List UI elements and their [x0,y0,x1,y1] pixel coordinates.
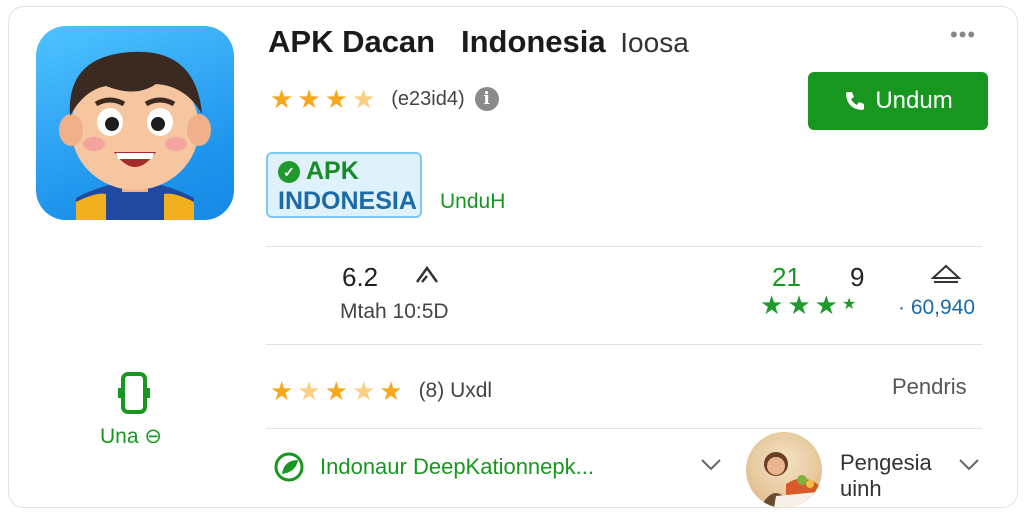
more-options-icon[interactable]: ••• [950,22,976,48]
star-icon: ★ [270,84,294,114]
review-right-label[interactable]: Pendris [892,374,967,400]
star-half-icon: ★ [351,84,376,114]
caret-up-icon [414,262,440,295]
review-count: (8) Uxdl [418,379,493,402]
cartoon-face-icon [59,51,211,220]
stat-left-label: Mtah 10:5D [340,300,449,323]
stat-right-count: · 60,940 [898,296,976,319]
divider [266,246,982,247]
rating-count: (e23id4) [391,87,465,110]
chevron-down-icon[interactable] [700,456,722,477]
star-icon: ★ [297,84,321,114]
info-icon[interactable]: i [474,87,499,111]
app-title-main: Indonesia [460,24,606,59]
download-icon[interactable] [930,262,962,295]
star-icon: ★ [814,290,838,320]
app-title: APK Dacan Indonesia Ioosa [268,24,689,60]
star-icon: ★ [324,84,348,114]
side-label: Una ⊖ [100,424,162,449]
stat-right-value-b: 9 [850,262,865,292]
avatar [746,432,822,508]
star-icon: ★ [379,376,403,406]
app-title-sub: Ioosa [620,27,689,58]
phone-icon [846,92,865,110]
settings-circle-icon: ⊖ [144,425,162,448]
stat-right-value-a: 21 [772,262,801,292]
device-icon [116,370,152,421]
leaf-icon [274,452,304,482]
star-icon: ★ [787,290,811,320]
review-stars: ★ ★ ★ ★ ★ (8) Uxdl [270,378,492,404]
stat-right-count-value: 60,940 [910,296,976,319]
bottom-row-text: Indonaur DeepKationnepk... [320,454,594,479]
bottom-row[interactable]: Indonaur DeepKationnepk... [272,450,594,484]
bottom-right-info[interactable]: Pengesia uinh [840,450,932,502]
star-half-icon: ★ [351,376,376,406]
app-title-text: APK Dacan [268,24,436,59]
star-icon: ★ [324,376,348,406]
star-half-icon: ★ [841,296,857,313]
bottom-right-line2: uinh [840,476,882,501]
star-icon: ★ [270,376,294,406]
stat-left-value: 6.2 [342,262,379,292]
bottom-right-line1: Pengesia [840,450,932,475]
divider [266,428,982,429]
badge-side-link[interactable]: UnduH [440,190,505,214]
star-icon: ★ [760,290,784,320]
divider [266,344,982,345]
badge-line1: APK [306,157,359,185]
check-icon: ✓ [278,161,300,184]
side-label-text: Una [100,425,139,448]
green-stars: ★ ★ ★ ★ [760,292,860,318]
star-half-icon: ★ [297,376,321,406]
badge-line2: INDONESIA [278,187,417,215]
install-button[interactable]: Undum [808,72,988,130]
verified-badge: ✓ APK INDONESIA [266,152,422,218]
rating-row: ★ ★ ★ ★ (e23id4) i [270,86,499,112]
chevron-down-icon[interactable] [958,456,980,477]
install-label: Undum [875,87,953,114]
app-icon[interactable] [36,26,234,220]
